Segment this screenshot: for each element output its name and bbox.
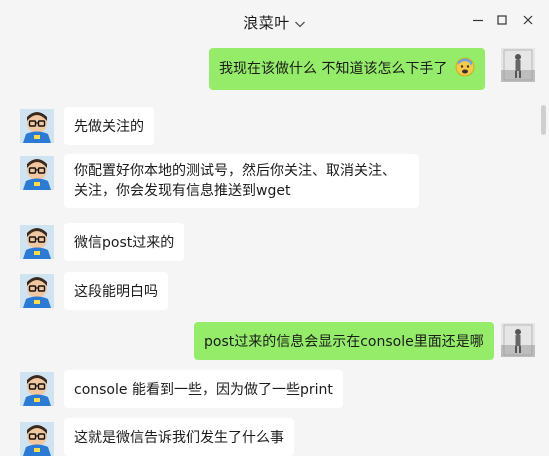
message-text: 微信post过来的 [74,235,175,251]
avatar-self[interactable] [501,323,535,357]
message-text: 我现在该做什么 不知道该怎么下手了 [219,61,448,77]
maximize-icon[interactable] [490,8,514,32]
message-text: post过来的信息会显示在console里面还是哪 [204,334,484,350]
message-bubble[interactable]: 我现在该做什么 不知道该怎么下手了 [209,48,485,90]
avatar-contact[interactable] [20,109,54,143]
message-bubble[interactable]: 这段能明白吗 [64,272,168,310]
minimize-icon[interactable] [466,8,490,32]
message-bubble[interactable]: 先做关注的 [64,107,154,145]
avatar-self[interactable] [501,48,535,82]
contact-name: 浪菜叶 [243,14,290,32]
avatar-contact[interactable] [20,372,54,406]
close-icon[interactable] [516,8,540,32]
message-bubble[interactable]: 微信post过来的 [64,223,185,261]
message-text: 先做关注的 [74,119,144,135]
chat-area[interactable]: 我现在该做什么 不知道该怎么下手了 先做关注的 你配置好你本地的测试号，然后你关… [0,42,549,456]
avatar-contact[interactable] [20,274,54,308]
avatar-contact[interactable] [20,225,54,259]
scrollbar-thumb[interactable] [541,105,546,135]
message-bubble[interactable]: post过来的信息会显示在console里面还是哪 [194,322,494,360]
message-text: console 能看到一些，因为做了一些print [74,382,333,398]
message-bubble[interactable]: 你配置好你本地的测试号，然后你关注、取消关注、关注，你会发现有信息推送到wget [64,154,419,208]
chevron-down-icon[interactable] [294,16,306,34]
message-text: 这段能明白吗 [74,284,158,300]
anxious-face-icon [455,57,475,84]
avatar-contact[interactable] [20,422,54,456]
title-bar: 浪菜叶 [0,0,549,42]
message-bubble[interactable]: console 能看到一些，因为做了一些print [64,370,343,408]
message-bubble[interactable]: 这就是微信告诉我们发生了什么事 [64,418,294,456]
avatar-contact[interactable] [20,156,54,190]
message-text: 你配置好你本地的测试号，然后你关注、取消关注、关注，你会发现有信息推送到wget [74,163,396,199]
